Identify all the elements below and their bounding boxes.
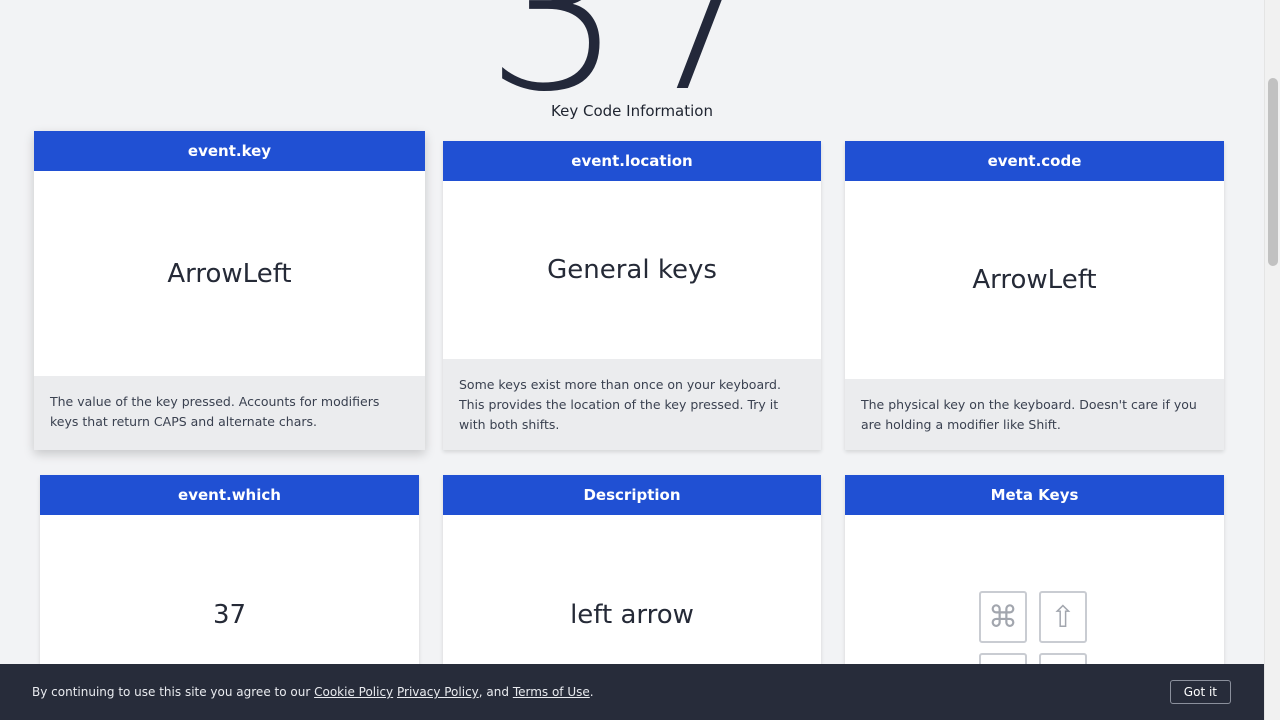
card-value-event-location: General keys (443, 181, 821, 359)
cookie-banner: By continuing to use this site you agree… (0, 664, 1264, 720)
card-event-location: event.location General keys Some keys ex… (443, 141, 821, 450)
cookie-banner-text: By continuing to use this site you agree… (32, 685, 594, 699)
scrollbar-thumb[interactable] (1268, 78, 1278, 266)
cookie-banner-suffix: . (589, 685, 594, 699)
card-header-event-code: event.code (845, 141, 1224, 181)
card-event-which: event.which 37 (40, 475, 419, 695)
shift-key-icon: ⇧ (1039, 591, 1087, 643)
section-title: Key Code Information (551, 102, 713, 120)
card-description-event-key: The value of the key pressed. Accounts f… (34, 376, 425, 450)
cookie-policy-link[interactable]: Cookie Policy (314, 685, 393, 699)
command-key-icon: ⌘ (979, 591, 1027, 643)
card-meta-keys: Meta Keys ⌘ ⇧ (845, 475, 1224, 695)
card-description-event-location: Some keys exist more than once on your k… (443, 359, 821, 450)
card-description: Description left arrow (443, 475, 821, 695)
card-header-meta-keys: Meta Keys (845, 475, 1224, 515)
card-value-event-code: ArrowLeft (845, 181, 1224, 379)
cookie-banner-prefix: By continuing to use this site you agree… (32, 685, 311, 699)
terms-of-use-link[interactable]: Terms of Use (513, 685, 590, 699)
cookie-banner-conjunction: , and (478, 685, 509, 699)
card-event-key: event.key ArrowLeft The value of the key… (34, 131, 425, 450)
card-header-event-which: event.which (40, 475, 419, 515)
card-header-description: Description (443, 475, 821, 515)
page-viewport: 37 Key Code Information event.key ArrowL… (0, 0, 1264, 720)
card-header-event-location: event.location (443, 141, 821, 181)
got-it-button[interactable]: Got it (1169, 680, 1231, 704)
card-value-event-key: ArrowLeft (34, 171, 425, 376)
card-description-event-code: The physical key on the keyboard. Doesn'… (845, 379, 1224, 450)
card-event-code: event.code ArrowLeft The physical key on… (845, 141, 1224, 450)
vertical-scrollbar[interactable] (1264, 0, 1280, 720)
card-header-event-key: event.key (34, 131, 425, 171)
privacy-policy-link[interactable]: Privacy Policy (397, 685, 479, 699)
